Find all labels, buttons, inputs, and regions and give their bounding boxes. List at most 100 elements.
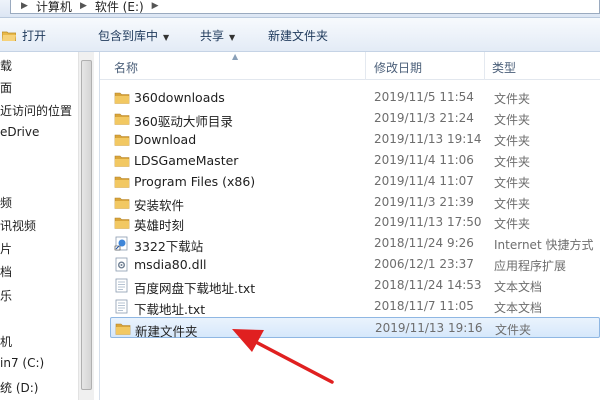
nav-item-computer[interactable]: 机 bbox=[0, 333, 12, 350]
file-modified-date: 2018/11/7 11:05 bbox=[374, 299, 474, 313]
file-type: 应用程序扩展 bbox=[494, 259, 567, 274]
file-modified-date: 2006/12/1 23:37 bbox=[374, 257, 474, 272]
text-file-icon bbox=[114, 278, 130, 293]
folder-icon bbox=[114, 90, 130, 105]
nav-scrollbar-thumb[interactable] bbox=[81, 60, 92, 390]
nav-item-recent-places[interactable]: 近访问的位置 bbox=[0, 102, 72, 119]
file-name: 下载地址.txt bbox=[134, 302, 206, 317]
file-row[interactable]: 英雄时刻 2019/11/13 17:50 文件夹 bbox=[110, 212, 600, 233]
file-name: Program Files (x86) bbox=[134, 173, 256, 189]
file-row[interactable]: LDSGameMaster 2019/11/4 11:06 文件夹 bbox=[110, 150, 600, 171]
nav-item-drive-d[interactable]: 统 (D:) bbox=[0, 379, 38, 396]
file-row[interactable]: msdia80.dll 2006/12/1 23:37 应用程序扩展 bbox=[110, 254, 600, 275]
folder-icon bbox=[114, 132, 130, 147]
nav-scrollbar[interactable] bbox=[78, 52, 94, 400]
nav-item-videos[interactable]: 频 bbox=[0, 194, 12, 211]
file-type: 文件夹 bbox=[494, 217, 531, 232]
breadcrumb-computer[interactable]: 计算机 bbox=[30, 0, 78, 15]
command-bar: 打开 包含到库中 ▼ 共享 ▼ 新建文件夹 bbox=[0, 18, 600, 52]
breadcrumb-chevron-icon[interactable]: ▶ bbox=[19, 1, 30, 11]
file-modified-date: 2019/11/4 11:07 bbox=[374, 173, 474, 188]
file-row[interactable]: Program Files (x86) 2019/11/4 11:07 文件夹 bbox=[110, 171, 600, 192]
file-type: 文本文档 bbox=[494, 301, 543, 315]
file-modified-date: 2018/11/24 9:26 bbox=[374, 236, 474, 251]
sort-ascending-icon: ▲ bbox=[232, 52, 239, 61]
share-label: 共享 bbox=[200, 29, 225, 43]
file-name: LDSGameMaster bbox=[134, 152, 239, 168]
file-name: 360驱动大师目录 bbox=[134, 113, 233, 129]
column-header-type[interactable]: 类型 bbox=[492, 59, 516, 76]
file-type: 文件夹 bbox=[494, 133, 531, 148]
folder-icon bbox=[114, 195, 130, 210]
file-modified-date: 2019/11/4 11:06 bbox=[374, 152, 474, 167]
text-file-icon bbox=[114, 299, 130, 314]
open-button[interactable]: 打开 bbox=[22, 27, 46, 45]
file-name: msdia80.dll bbox=[134, 257, 207, 273]
file-type: Internet 快捷方式 bbox=[494, 238, 594, 253]
new-folder-button[interactable]: 新建文件夹 bbox=[268, 27, 328, 45]
column-divider[interactable] bbox=[484, 52, 485, 80]
folder-icon bbox=[114, 215, 130, 230]
nav-item-downloads[interactable]: 载 bbox=[0, 57, 12, 74]
file-type: 文本文档 bbox=[494, 280, 543, 295]
file-row[interactable]: 百度网盘下载地址.txt 2018/11/24 14:53 文本文档 bbox=[110, 275, 600, 296]
file-modified-date: 2019/11/3 21:24 bbox=[374, 110, 474, 125]
new-folder-label: 新建文件夹 bbox=[268, 29, 329, 43]
folder-icon bbox=[114, 153, 130, 168]
file-row[interactable]: 下载地址.txt 2018/11/7 11:05 文本文档 bbox=[110, 296, 600, 317]
file-row[interactable]: Download 2019/11/13 19:14 文件夹 bbox=[110, 129, 600, 150]
file-type: 文件夹 bbox=[494, 112, 531, 127]
file-row[interactable]: 360downloads 2019/11/5 11:54 文件夹 bbox=[110, 87, 600, 108]
navigation-pane: 载 面 近访问的位置 eDrive 频 讯视频 片 档 乐 机 in7 (C:)… bbox=[0, 52, 100, 400]
folder-icon bbox=[114, 174, 130, 189]
file-modified-date: 2018/11/24 14:53 bbox=[374, 278, 482, 293]
file-type: 文件夹 bbox=[495, 322, 532, 337]
file-name: 英雄时刻 bbox=[134, 218, 185, 234]
breadcrumb: ▶ 计算机 ▶ 软件 (E:) ▶ bbox=[19, 0, 161, 14]
dll-file-icon bbox=[114, 257, 130, 272]
file-row[interactable]: 新建文件夹 2019/11/13 19:16 文件夹 bbox=[110, 316, 600, 339]
file-row[interactable]: 3322下载站 2018/11/24 9:26 Internet 快捷方式 bbox=[110, 233, 600, 254]
column-header-date[interactable]: 修改日期 bbox=[374, 59, 422, 76]
column-header-name[interactable]: 名称 bbox=[114, 59, 138, 76]
file-type: 文件夹 bbox=[494, 175, 531, 190]
open-button-label: 打开 bbox=[22, 29, 47, 43]
nav-item-music[interactable]: 乐 bbox=[0, 287, 12, 304]
file-list: ▲ 名称 修改日期 类型 360downloads 2019/11/5 11:54… bbox=[100, 52, 600, 400]
nav-item-pictures[interactable]: 片 bbox=[0, 240, 12, 257]
nav-item-tencent-video[interactable]: 讯视频 bbox=[0, 217, 36, 234]
nav-item-drive-c[interactable]: in7 (C:) bbox=[0, 356, 44, 370]
nav-item-desktop[interactable]: 面 bbox=[0, 79, 12, 96]
share-button[interactable]: 共享 ▼ bbox=[200, 27, 235, 45]
file-modified-date: 2019/11/13 17:50 bbox=[374, 215, 482, 230]
file-modified-date: 2019/11/3 21:39 bbox=[374, 194, 474, 209]
open-folder-icon bbox=[2, 31, 16, 41]
file-name: 3322下载站 bbox=[134, 239, 204, 255]
file-type: 文件夹 bbox=[494, 92, 531, 106]
breadcrumb-chevron-icon[interactable]: ▶ bbox=[150, 1, 161, 11]
file-type: 文件夹 bbox=[494, 196, 531, 211]
file-row[interactable]: 360驱动大师目录 2019/11/3 21:24 文件夹 bbox=[110, 108, 600, 129]
breadcrumb-drive-e[interactable]: 软件 (E:) bbox=[89, 0, 150, 15]
file-modified-date: 2019/11/13 19:16 bbox=[375, 320, 483, 335]
include-in-library-button[interactable]: 包含到库中 ▼ bbox=[98, 27, 169, 45]
file-name: 安装软件 bbox=[134, 197, 185, 213]
breadcrumb-chevron-icon[interactable]: ▶ bbox=[78, 1, 89, 11]
column-divider[interactable] bbox=[365, 52, 366, 80]
nav-item-documents[interactable]: 档 bbox=[0, 263, 12, 280]
file-type: 文件夹 bbox=[494, 154, 531, 169]
chevron-down-icon: ▼ bbox=[229, 33, 236, 42]
file-name: 百度网盘下载地址.txt bbox=[134, 281, 256, 297]
file-row[interactable]: 安装软件 2019/11/3 21:39 文件夹 bbox=[110, 192, 600, 213]
folder-icon bbox=[114, 111, 130, 126]
chevron-down-icon: ▼ bbox=[163, 33, 170, 42]
address-field[interactable]: ▶ 计算机 ▶ 软件 (E:) ▶ bbox=[10, 0, 600, 14]
internet-shortcut-icon bbox=[114, 236, 130, 251]
nav-item-onedrive[interactable]: eDrive bbox=[0, 125, 39, 139]
file-modified-date: 2019/11/5 11:54 bbox=[374, 90, 474, 104]
file-name: Download bbox=[134, 131, 197, 147]
include-in-library-label: 包含到库中 bbox=[98, 29, 159, 43]
file-modified-date: 2019/11/13 19:14 bbox=[374, 131, 482, 146]
file-name: 360downloads bbox=[134, 90, 225, 105]
address-bar: ▶ 计算机 ▶ 软件 (E:) ▶ bbox=[0, 0, 600, 18]
